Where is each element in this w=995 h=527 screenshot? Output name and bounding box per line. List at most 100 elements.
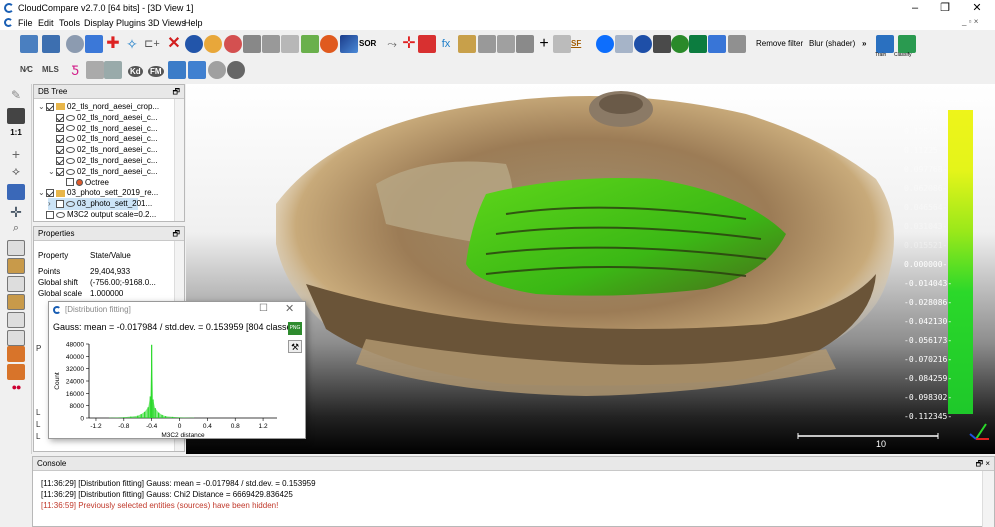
one-to-one-icon[interactable]: 1:1	[7, 128, 25, 144]
clone-icon[interactable]: ⊏+	[143, 35, 161, 53]
zoom-icon[interactable]: ⌕	[7, 222, 25, 238]
front-iso-icon[interactable]	[7, 346, 25, 362]
subsample-icon[interactable]	[262, 35, 280, 53]
curvature-icon[interactable]	[86, 61, 104, 79]
mls-button[interactable]: MLS	[42, 65, 59, 74]
menu-edit[interactable]: Edit	[38, 18, 54, 28]
distribution-fitting-dialog[interactable]: [Distribution fitting] ☐ ✕ Gauss: mean =…	[48, 301, 306, 439]
blur-shader-button[interactable]: Blur (shader)	[809, 39, 855, 48]
toolbar-overflow-button[interactable]: »	[862, 39, 866, 48]
db-tree-scrollbar[interactable]	[174, 99, 184, 221]
dialog-maximize-button[interactable]: ☐	[259, 303, 268, 314]
visibility-checkbox[interactable]	[56, 124, 64, 133]
ssao-icon[interactable]	[728, 35, 746, 53]
roughness-icon[interactable]	[104, 61, 122, 79]
mdi-controls[interactable]: _ ▫ ×	[962, 17, 978, 26]
sphere-icon[interactable]	[208, 61, 226, 79]
menu-file[interactable]: File	[18, 18, 33, 28]
histogram-icon[interactable]	[458, 35, 476, 53]
compute-distance-icon[interactable]: ⤳	[383, 35, 401, 53]
histogram-chart[interactable]: 0 8000 16000 24000 32000 40000 48000 -1.2 -0.8 -0…	[49, 338, 285, 440]
minimize-button[interactable]: –	[900, 0, 930, 16]
back-iso-icon[interactable]	[7, 364, 25, 380]
fast-marching-button[interactable]: FM	[148, 66, 164, 77]
sample-points-icon[interactable]	[185, 35, 203, 53]
visibility-checkbox[interactable]	[56, 167, 64, 176]
delete-sf-icon[interactable]	[553, 35, 571, 53]
menu-3d-views[interactable]: 3D Views	[148, 18, 186, 28]
right-view-icon[interactable]	[7, 312, 25, 328]
menu-plugins[interactable]: Plugins	[116, 18, 146, 28]
perspective-icon[interactable]	[7, 184, 25, 200]
label-connected-icon[interactable]	[168, 61, 186, 79]
stereo-icon[interactable]: ●●	[7, 382, 25, 398]
open-file-icon[interactable]	[20, 35, 38, 53]
left-view-icon[interactable]	[7, 276, 25, 292]
align-icon[interactable]: ✛	[400, 35, 418, 53]
dialog-close-button[interactable]: ✕	[285, 302, 294, 315]
sf-color-icon[interactable]	[340, 35, 358, 53]
gear-icon[interactable]	[66, 35, 84, 53]
gradient-icon[interactable]	[478, 35, 496, 53]
tree-item[interactable]: M3C2 output scale=0.2...	[38, 209, 156, 221]
close-button[interactable]: ✕	[962, 0, 992, 16]
octree-icon[interactable]	[224, 35, 242, 53]
canupo-train-icon[interactable]	[876, 35, 894, 53]
front-view-icon[interactable]	[7, 258, 25, 274]
export-png-button[interactable]: PNG	[288, 322, 302, 335]
menu-tools[interactable]: Tools	[59, 18, 80, 28]
visibility-checkbox[interactable]	[46, 189, 54, 198]
fx-icon[interactable]: fx	[437, 35, 455, 53]
expand-toggle-icon[interactable]: ⌄	[48, 166, 56, 178]
menu-display[interactable]: Display	[84, 18, 114, 28]
menu-help[interactable]: Help	[184, 18, 203, 28]
remove-filter-button[interactable]: Remove filter	[756, 39, 803, 48]
expand-toggle-icon[interactable]: ⌄	[38, 101, 46, 113]
visibility-checkbox[interactable]	[56, 156, 64, 165]
sf-button[interactable]: SF	[571, 39, 581, 48]
crop-icon[interactable]	[243, 35, 261, 53]
visibility-checkbox[interactable]	[56, 146, 64, 155]
visibility-checkbox[interactable]	[46, 102, 54, 111]
normals-icon[interactable]	[204, 35, 222, 53]
delete-icon[interactable]: ✕	[165, 35, 183, 53]
save-icon[interactable]	[42, 35, 60, 53]
expand-toggle-icon[interactable]: ⌄	[38, 187, 46, 199]
qhpr-icon[interactable]	[653, 35, 671, 53]
top-view-icon[interactable]	[7, 240, 25, 256]
pcv-icon[interactable]	[671, 35, 689, 53]
segment-icon[interactable]	[281, 35, 299, 53]
canupo-classify-icon[interactable]	[898, 35, 916, 53]
visibility-checkbox[interactable]	[66, 178, 74, 187]
app-menu-icon[interactable]	[4, 18, 13, 27]
visibility-checkbox[interactable]	[46, 210, 54, 219]
cloud-mesh-icon[interactable]	[418, 35, 436, 53]
translate-icon[interactable]: ✚	[104, 35, 122, 53]
bottom-view-icon[interactable]	[7, 330, 25, 346]
crosshair-icon[interactable]: +	[7, 146, 25, 162]
console-scrollbar[interactable]	[982, 471, 994, 527]
camera-icon[interactable]	[7, 108, 25, 124]
label-icon[interactable]	[301, 35, 319, 53]
back-view-icon[interactable]	[7, 294, 25, 310]
filter-by-value-icon[interactable]	[497, 35, 515, 53]
sf-arithmetic-icon[interactable]	[516, 35, 534, 53]
point-cloud-render[interactable]	[186, 84, 995, 454]
visibility-checkbox[interactable]	[56, 200, 64, 209]
ranking-icon[interactable]	[596, 35, 614, 53]
ransac-icon[interactable]	[634, 35, 652, 53]
point-picking-icon[interactable]	[320, 35, 338, 53]
db-tree-list[interactable]: ⌄ 02_tls_nord_aesei_crop... 02_tls_nord_ae…	[34, 99, 184, 221]
hough-normals-icon[interactable]: Ƽ	[66, 61, 84, 79]
list-icon[interactable]	[85, 35, 103, 53]
compute-normals-button[interactable]: N⁄C	[20, 65, 33, 74]
facets-icon[interactable]	[689, 35, 707, 53]
m3c2-icon[interactable]	[615, 35, 633, 53]
pencil-icon[interactable]: ✎	[7, 88, 25, 104]
sor-button[interactable]: SOR	[359, 39, 376, 48]
visibility-checkbox[interactable]	[56, 113, 64, 122]
pivot-icon[interactable]: ⟡	[7, 164, 25, 180]
3d-view[interactable]: M3C2 distance 0.14055- 0.12640- 0.11225- 0.…	[186, 84, 995, 454]
qanimation-icon[interactable]	[708, 35, 726, 53]
add-sf-icon[interactable]: +	[535, 35, 553, 53]
